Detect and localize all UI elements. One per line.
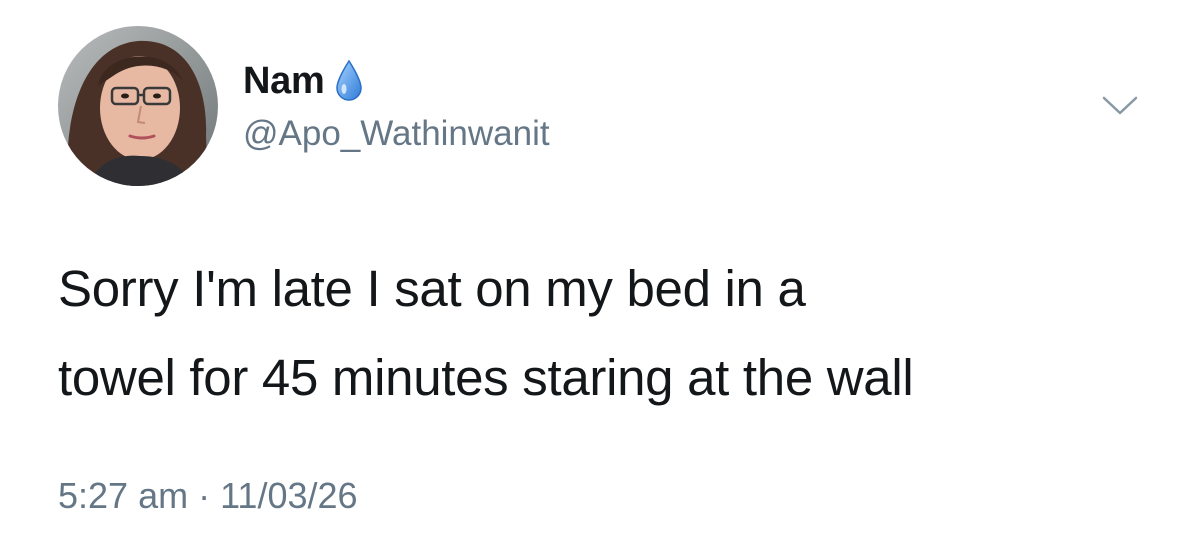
- tweet-timestamp[interactable]: 5:27 am · 11/03/26: [58, 478, 358, 514]
- chevron-down-icon[interactable]: [1100, 92, 1140, 120]
- user-handle[interactable]: @Apo_Wathinwanit: [243, 116, 550, 151]
- tweet-card: Nam @Apo_Wathinwanit Sorry I'm late I sa…: [0, 0, 1200, 535]
- water-droplet-icon: [334, 59, 364, 103]
- tweet-text-line: towel for 45 minutes staring at the wall: [58, 349, 914, 406]
- author-name-row[interactable]: Nam: [243, 56, 364, 106]
- avatar[interactable]: [58, 26, 218, 186]
- tweet-text-line: Sorry I'm late I sat on my bed in a: [58, 260, 806, 317]
- display-name[interactable]: Nam: [243, 62, 325, 100]
- avatar-photo: [58, 26, 218, 186]
- tweet-text: Sorry I'm late I sat on my bed in a towe…: [58, 244, 1168, 422]
